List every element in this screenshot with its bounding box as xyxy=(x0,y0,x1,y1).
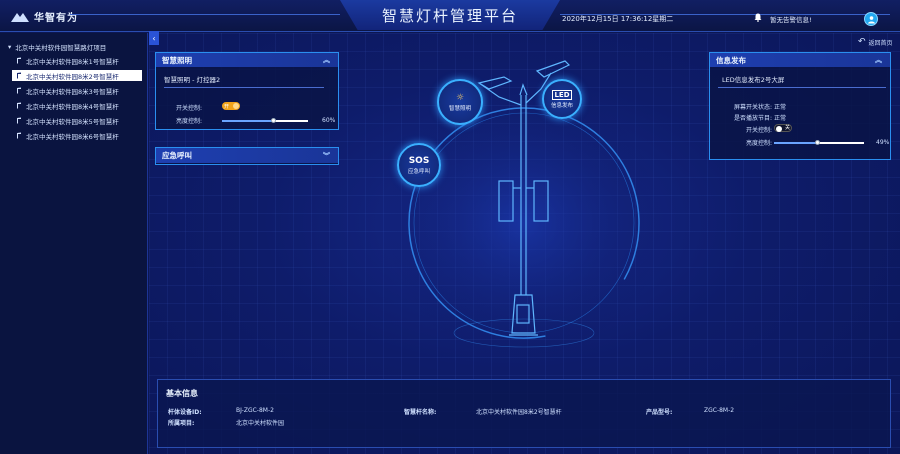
slider-knob[interactable] xyxy=(270,118,276,123)
pole-name-value: 北京中关村软件园8米2号智慧杆 xyxy=(476,409,562,416)
header-bar: 华智有为 智慧灯杆管理平台 2020年12月15日 17:36:12星期二 暂无… xyxy=(0,0,900,32)
project-label: 所属项目: xyxy=(168,420,195,427)
lighting-panel-title: 智慧照明 xyxy=(162,55,192,65)
brightness-value: 60% xyxy=(322,117,336,124)
playing-label: 是否播放节目: xyxy=(734,115,773,122)
led-brightness-value: 49% xyxy=(876,139,890,146)
page-title: 智慧灯杆管理平台 xyxy=(381,6,518,25)
led-panel-header[interactable]: 信息发布 ︽ xyxy=(710,53,890,67)
screen-switch-label: 屏幕开关状态: xyxy=(734,104,773,111)
led-subtitle: LED信息发布2号大屏 xyxy=(718,74,886,88)
sidebar-item-pole-1[interactable]: 北京中关村软件园8米1号智慧杆 xyxy=(12,55,142,66)
switch-label: 开关控制: xyxy=(176,105,203,112)
back-arrow-icon: ↶ xyxy=(858,37,866,47)
user-icon xyxy=(867,15,875,24)
led-badge-label: 信息发布 xyxy=(550,102,573,109)
lamp-icon xyxy=(17,117,21,124)
slider-fill xyxy=(774,142,819,144)
lamp-icon xyxy=(17,57,21,64)
bell-icon[interactable] xyxy=(754,13,762,22)
lamp-icon xyxy=(17,102,21,109)
lighting-brightness-slider[interactable] xyxy=(222,118,308,123)
sos-icon: SOS xyxy=(408,155,430,166)
sidebar-item-label: 北京中关村软件园8米4号智慧杆 xyxy=(26,102,119,111)
collapse-sidebar-button[interactable]: ‹ xyxy=(149,31,159,45)
lamp-icon xyxy=(17,87,21,94)
led-panel: 信息发布 ︽ LED信息发布2号大屏 屏幕开关状态: 正常 是否播放节目: 正常… xyxy=(709,52,891,160)
lighting-panel: 智慧照明 ︽ 智慧照明 - 灯控器2 开关控制: 开 亮度控制: 60% xyxy=(155,52,339,130)
basic-info-panel: 基本信息 杆体设备ID: BJ-ZGC-8M-2 智慧杆名称: 北京中关村软件园… xyxy=(157,379,891,448)
pole-name-label: 智慧杆名称: xyxy=(404,409,437,416)
led-icon: LED xyxy=(552,89,572,100)
lighting-subtitle: 智慧照明 - 灯控器2 xyxy=(164,74,324,88)
led-switch-toggle[interactable]: 关 xyxy=(774,124,792,132)
alarm-text[interactable]: 暂无告警信息! xyxy=(770,14,812,24)
led-brightness-label: 亮度控制: xyxy=(746,140,773,147)
back-home-label: 返回首页 xyxy=(868,39,893,47)
lighting-badge-label: 智慧照明 xyxy=(448,105,471,112)
device-id-value: BJ-ZGC-8M-2 xyxy=(236,407,274,414)
project-value: 北京中关村软件园 xyxy=(236,420,285,427)
chevron-up-icon[interactable]: ︽ xyxy=(323,55,330,65)
sidebar-item-label: 北京中关村软件园8米1号智慧杆 xyxy=(26,57,119,66)
title-plate: 智慧灯杆管理平台 xyxy=(340,0,560,30)
emergency-panel-header[interactable]: 应急呼叫 ︾ xyxy=(156,148,338,163)
lighting-badge[interactable]: ☼ 智慧照明 xyxy=(437,79,483,125)
led-panel-title: 信息发布 xyxy=(716,55,746,65)
device-id-label: 杆体设备ID: xyxy=(168,409,202,416)
header-divider-left xyxy=(70,14,340,15)
back-home-link[interactable]: ↶ 返回首页 xyxy=(858,37,893,47)
logo-icon xyxy=(11,12,29,22)
playing-value: 正常 xyxy=(774,115,787,122)
toggle-state: 开 xyxy=(224,103,230,110)
lamp-icon xyxy=(17,132,21,139)
screen-switch-value: 正常 xyxy=(774,104,787,111)
sos-badge-label: 应急呼叫 xyxy=(407,168,430,175)
chevron-up-icon[interactable]: ︽ xyxy=(875,55,882,65)
chevron-down-icon[interactable]: ︾ xyxy=(323,151,330,161)
chevron-left-icon: ‹ xyxy=(152,33,156,43)
brightness-label: 亮度控制: xyxy=(176,118,203,125)
sidebar-item-pole-6[interactable]: 北京中关村软件园8米6号智慧杆 xyxy=(12,130,142,141)
sidebar-item-pole-5[interactable]: 北京中关村软件园8米5号智慧杆 xyxy=(12,115,142,126)
slider-fill xyxy=(222,120,274,122)
toggle-state: 关 xyxy=(785,125,791,131)
sidebar-item-pole-2[interactable]: 北京中关村软件园8米2号智慧杆 xyxy=(12,70,142,81)
caret-down-icon[interactable]: ▾ xyxy=(8,43,11,51)
led-switch-label: 开关控制: xyxy=(746,127,773,134)
sidebar-item-label: 北京中关村软件园8米5号智慧杆 xyxy=(26,117,119,126)
sidebar-item-label: 北京中关村软件园8米6号智慧杆 xyxy=(26,132,119,141)
lightbulb-icon: ☼ xyxy=(455,92,465,103)
logo-text: 华智有为 xyxy=(34,13,78,24)
lamp-icon xyxy=(17,72,21,79)
logo: 华智有为 xyxy=(10,9,78,24)
lighting-panel-header[interactable]: 智慧照明 ︽ xyxy=(156,53,338,67)
tree-root-label: 北京中关村软件园智慧路灯项目 xyxy=(15,44,107,52)
slider-knob[interactable] xyxy=(815,140,821,145)
model-value: ZGC-8M-2 xyxy=(704,407,735,414)
scene-glow xyxy=(384,83,664,363)
led-brightness-slider[interactable] xyxy=(774,140,864,145)
tree-root[interactable]: ▾ 北京中关村软件园智慧路灯项目 xyxy=(8,42,106,52)
model-label: 产品型号: xyxy=(646,409,673,416)
basic-info-title: 基本信息 xyxy=(166,389,198,398)
sidebar-item-label: 北京中关村软件园8米3号智慧杆 xyxy=(26,87,119,96)
sidebar-item-pole-3[interactable]: 北京中关村软件园8米3号智慧杆 xyxy=(12,85,142,96)
emergency-panel: 应急呼叫 ︾ xyxy=(155,147,339,165)
sos-badge[interactable]: SOS 应急呼叫 xyxy=(397,143,441,187)
lighting-switch-toggle[interactable]: 开 xyxy=(222,102,240,110)
sidebar-item-pole-4[interactable]: 北京中关村软件园8米4号智慧杆 xyxy=(12,100,142,111)
sidebar-item-label: 北京中关村软件园8米2号智慧杆 xyxy=(26,72,119,81)
led-badge[interactable]: LED 信息发布 xyxy=(542,79,582,119)
avatar[interactable] xyxy=(864,12,878,26)
emergency-panel-title: 应急呼叫 xyxy=(162,151,192,160)
sidebar: ▾ 北京中关村软件园智慧路灯项目 北京中关村软件园8米1号智慧杆 北京中关村软件… xyxy=(0,33,148,454)
datetime: 2020年12月15日 17:36:12星期二 xyxy=(562,15,674,23)
